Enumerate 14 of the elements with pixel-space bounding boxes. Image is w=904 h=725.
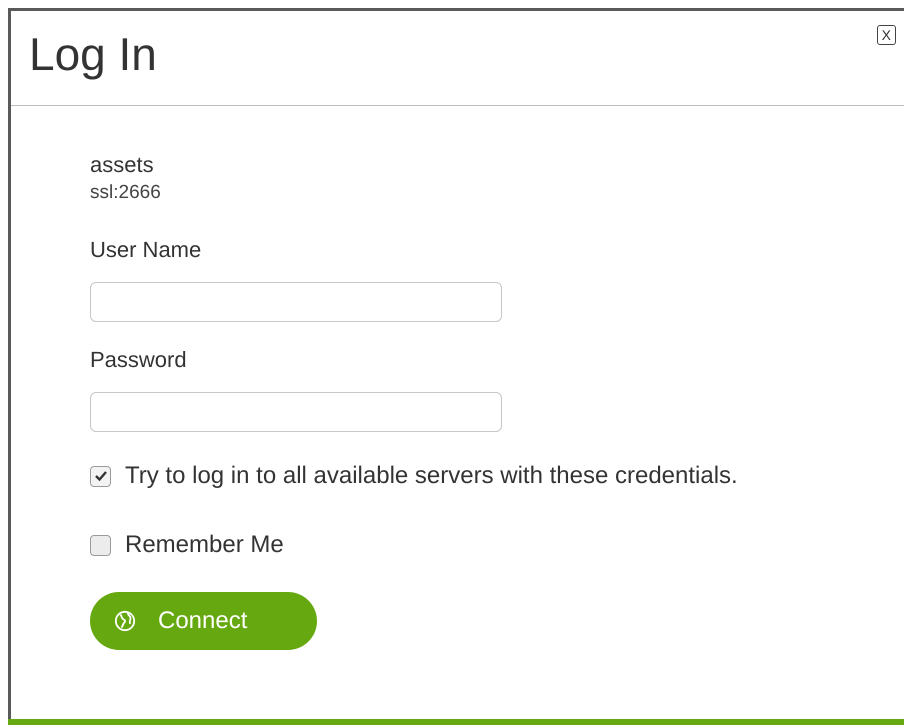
checkbox[interactable] — [90, 466, 111, 486]
dialog-title: Log In — [29, 31, 157, 77]
server-address: ssl:2666 — [90, 181, 162, 205]
checkbox[interactable] — [90, 534, 111, 556]
globe-icon — [114, 610, 136, 632]
checkmark-icon — [94, 469, 108, 483]
option-label: Try to log in to all available servers with these credentials. — [125, 462, 738, 490]
option-label: Remember Me — [125, 531, 284, 559]
field-label: Password — [90, 346, 188, 374]
field-label: User Name — [90, 236, 202, 264]
text-field[interactable] — [90, 392, 502, 432]
text-field[interactable] — [90, 282, 502, 322]
server-name: assets — [90, 152, 155, 178]
close-button[interactable]: X — [876, 25, 896, 45]
